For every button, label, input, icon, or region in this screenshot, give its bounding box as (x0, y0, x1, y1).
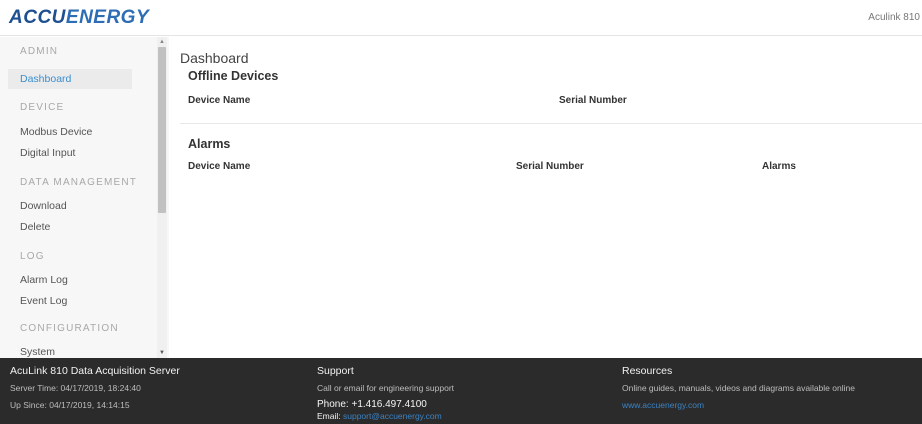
sidebar-item-delete[interactable]: Delete (0, 221, 50, 233)
footer-resources-title: Resources (622, 365, 673, 377)
footer-support-title: Support (317, 365, 354, 377)
sidebar-item-dashboard[interactable]: Dashboard (8, 69, 132, 89)
footer-support-email-row: Email: support@accuenergy.com (317, 411, 442, 421)
footer-server-title: AcuLink 810 Data Acquisition Server (10, 365, 180, 377)
sidebar-item-system[interactable]: System (0, 346, 55, 358)
footer-support-text: Call or email for engineering support (317, 383, 455, 393)
sidebar-section-log: LOG (20, 251, 45, 262)
offline-col-device-name: Device Name (188, 95, 251, 106)
sidebar-item-download[interactable]: Download (0, 200, 67, 212)
footer-email-link[interactable]: support@accuenergy.com (343, 411, 442, 421)
sidebar-item-modbus-device[interactable]: Modbus Device (0, 126, 92, 138)
offline-col-serial-number: Serial Number (559, 95, 627, 106)
sidebar-section-configuration: CONFIGURATION (20, 323, 119, 334)
device-label: Aculink 810 (868, 12, 920, 23)
footer-resources-link[interactable]: www.accuenergy.com (622, 400, 704, 410)
footer-support-phone: Phone: +1.416.497.4100 (317, 399, 427, 410)
scroll-thumb[interactable] (158, 47, 166, 213)
main-content: Dashboard Offline Devices Device Name Se… (169, 37, 922, 358)
sidebar-item-event-log[interactable]: Event Log (0, 295, 67, 307)
alarms-col-alarms: Alarms (762, 161, 796, 172)
sidebar-item-alarm-log[interactable]: Alarm Log (0, 274, 68, 286)
footer-resources-text: Online guides, manuals, videos and diagr… (622, 383, 855, 393)
footer-email-label: Email: (317, 411, 341, 421)
top-header: ACCUENERGY Aculink 810 (0, 0, 922, 36)
scroll-up-arrow-icon[interactable]: ▲ (157, 37, 167, 47)
scroll-down-arrow-icon[interactable]: ▼ (157, 348, 167, 358)
offline-devices-title: Offline Devices (188, 69, 279, 83)
alarms-col-device-name: Device Name (188, 161, 251, 172)
alarms-title: Alarms (188, 137, 231, 151)
footer-server-time: Server Time: 04/17/2019, 18:24:40 (10, 383, 141, 393)
sidebar-section-device: DEVICE (20, 102, 65, 113)
accuenergy-logo[interactable]: ACCUENERGY (9, 7, 149, 29)
logo-text-b: ENERGY (65, 7, 150, 28)
alarms-col-serial-number: Serial Number (516, 161, 584, 172)
logo-text-a: ACCU (9, 7, 66, 28)
sidebar-item-digital-input[interactable]: Digital Input (0, 147, 75, 159)
sidebar-section-admin: ADMIN (20, 46, 59, 57)
page-title: Dashboard (180, 50, 249, 66)
footer-up-since: Up Since: 04/17/2019, 14:14:15 (10, 400, 130, 410)
sidebar: ADMIN Dashboard DEVICE Modbus Device Dig… (0, 37, 169, 358)
offline-divider (180, 123, 922, 124)
sidebar-scrollbar[interactable]: ▲ ▼ (157, 37, 167, 358)
footer: AcuLink 810 Data Acquisition Server Serv… (0, 358, 922, 424)
sidebar-section-data-management: DATA MANAGEMENT (20, 177, 138, 188)
